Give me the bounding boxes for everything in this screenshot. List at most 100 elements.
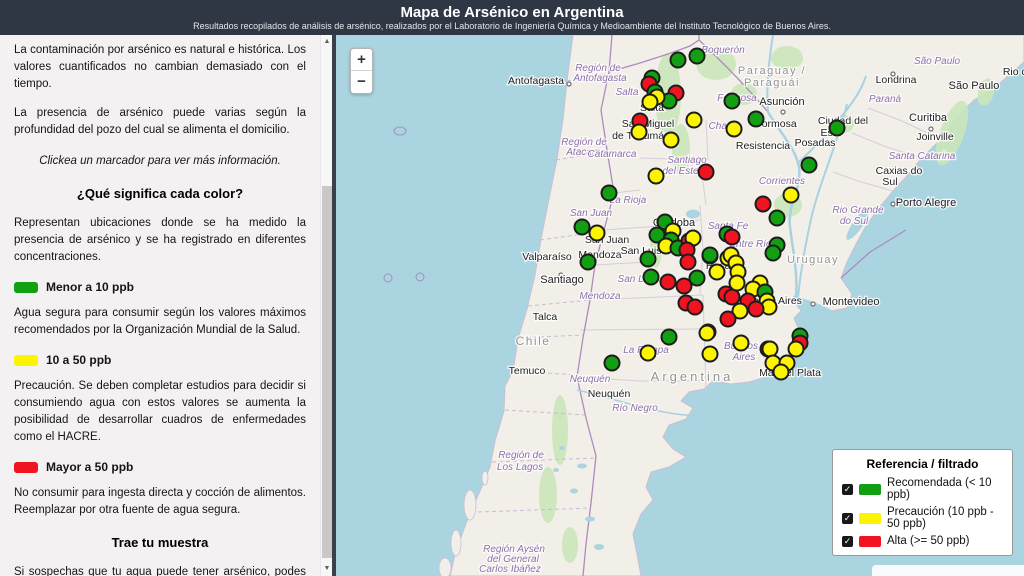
marker-recommended[interactable] xyxy=(749,112,764,127)
level-swatch xyxy=(14,355,38,366)
marker-caution[interactable] xyxy=(784,188,799,203)
marker-recommended[interactable] xyxy=(575,220,590,235)
marker-recommended[interactable] xyxy=(581,255,596,270)
app-header: Mapa de Arsénico en Argentina Resultados… xyxy=(0,0,1024,35)
map-label-city: Santiago xyxy=(540,274,583,286)
legend-checkbox[interactable]: ✓ xyxy=(842,513,853,524)
marker-recommended[interactable] xyxy=(644,270,659,285)
marker-recommended[interactable] xyxy=(766,246,781,261)
marker-caution[interactable] xyxy=(649,169,664,184)
marker-recommended[interactable] xyxy=(605,356,620,371)
legend-row: ✓ Alta (>= 50 ppb) xyxy=(842,535,1003,547)
map-label-city: Curitiba xyxy=(909,112,948,124)
map-label-city: Montevideo xyxy=(823,296,880,308)
map-label-region: Paraná xyxy=(869,94,902,105)
map-canvas[interactable]: AntofagastaSaltaSan Miguelde TucumánResi… xyxy=(332,35,1024,576)
map-label-city: Neuquén xyxy=(588,388,631,400)
level-description: Agua segura para consumir según los valo… xyxy=(14,305,306,339)
map-label-region: Mendoza xyxy=(579,291,621,302)
map-label-region: São Paulo xyxy=(914,56,961,67)
city-dot xyxy=(567,82,571,86)
map-label-city: Londrina xyxy=(876,74,917,86)
map-label-region: Río Negro xyxy=(612,403,658,414)
marker-high[interactable] xyxy=(756,197,771,212)
sample-section-heading: Trae tu muestra xyxy=(14,534,306,551)
marker-caution[interactable] xyxy=(590,226,605,241)
marker-high[interactable] xyxy=(725,290,740,305)
marker-high[interactable] xyxy=(699,165,714,180)
marker-recommended[interactable] xyxy=(830,121,845,136)
map-label-region: Catamarca xyxy=(588,149,637,160)
marker-recommended[interactable] xyxy=(802,158,817,173)
level-label: Mayor a 50 ppb xyxy=(46,459,133,476)
marker-caution[interactable] xyxy=(730,276,745,291)
map-zoom-control: + − xyxy=(350,48,373,94)
map-label-region: Boquerón xyxy=(701,45,745,56)
marker-caution[interactable] xyxy=(703,347,718,362)
legend-swatch xyxy=(859,536,881,547)
zoom-out-button[interactable]: − xyxy=(351,71,372,93)
marker-high[interactable] xyxy=(688,300,703,315)
marker-high[interactable] xyxy=(725,230,740,245)
legend-label: Alta (>= 50 ppb) xyxy=(887,535,969,547)
sidebar-scrollbar[interactable]: ▲ ▼ xyxy=(320,35,332,576)
marker-caution[interactable] xyxy=(687,113,702,128)
zoom-in-button[interactable]: + xyxy=(351,49,372,71)
marker-high[interactable] xyxy=(661,275,676,290)
legend-checkbox[interactable]: ✓ xyxy=(842,536,853,547)
map-label-city: Rio de xyxy=(1003,66,1024,78)
marker-recommended[interactable] xyxy=(725,94,740,109)
marker-recommended[interactable] xyxy=(671,53,686,68)
legend-items: ✓Recomendada (< 10 ppb)✓Precaución (10 p… xyxy=(842,477,1003,547)
level-description: Precaución. Se deben completar estudios … xyxy=(14,378,306,446)
map-label-country: Paraguái xyxy=(744,77,800,89)
marker-recommended[interactable] xyxy=(690,49,705,64)
marker-recommended[interactable] xyxy=(602,186,617,201)
legend-checkbox[interactable]: ✓ xyxy=(842,484,853,495)
sidebar-paragraph: La contaminación por arsénico es natural… xyxy=(14,42,306,93)
sidebar: La contaminación por arsénico es natural… xyxy=(0,35,332,576)
map-label-city: Joinville xyxy=(916,131,954,143)
map-label-region: Aires xyxy=(732,352,756,363)
map-label-city: Asunción xyxy=(759,96,804,108)
map-label-city: Antofagasta xyxy=(508,75,564,87)
marker-recommended[interactable] xyxy=(703,248,718,263)
marker-recommended[interactable] xyxy=(662,330,677,345)
map-label-city: São Paulo xyxy=(949,80,1000,92)
marker-caution[interactable] xyxy=(643,95,658,110)
sidebar-paragraph: La presencia de arsénico puede varias se… xyxy=(14,105,306,139)
marker-caution[interactable] xyxy=(632,125,647,140)
marker-caution[interactable] xyxy=(641,346,656,361)
marker-caution[interactable] xyxy=(710,265,725,280)
marker-recommended[interactable] xyxy=(641,252,656,267)
map-label-country: Chile xyxy=(516,334,551,348)
legend-title: Referencia / filtrado xyxy=(842,457,1003,471)
scrollbar-thumb[interactable] xyxy=(322,186,332,558)
scrollbar-down-arrow-icon[interactable]: ▼ xyxy=(321,562,332,576)
level-description: No consumir para ingesta directa y cocci… xyxy=(14,485,306,519)
marker-high[interactable] xyxy=(681,255,696,270)
marker-high[interactable] xyxy=(677,279,692,294)
marker-caution[interactable] xyxy=(763,342,778,357)
city-dot xyxy=(781,110,785,114)
map-label-region: Rio Grande xyxy=(832,205,884,216)
marker-caution[interactable] xyxy=(727,122,742,137)
marker-caution[interactable] xyxy=(664,133,679,148)
map-label-region: Salta xyxy=(616,87,639,98)
marker-high[interactable] xyxy=(721,312,736,327)
map-label-country: Uruguay xyxy=(787,254,839,266)
marker-caution[interactable] xyxy=(774,365,789,380)
marker-high[interactable] xyxy=(749,302,764,317)
marker-caution[interactable] xyxy=(700,326,715,341)
map-label-region: Neuquén xyxy=(570,374,611,385)
map-attribution xyxy=(872,565,1024,576)
marker-caution[interactable] xyxy=(789,342,804,357)
map-label-city: Talca xyxy=(533,311,558,323)
legend-swatch xyxy=(859,484,881,495)
marker-recommended[interactable] xyxy=(770,211,785,226)
map-label-region: do Sul xyxy=(840,216,869,227)
scrollbar-up-arrow-icon[interactable]: ▲ xyxy=(321,35,332,49)
marker-caution[interactable] xyxy=(734,336,749,351)
map-label-city: Porto Alegre xyxy=(896,197,957,209)
marker-hint-text: Clickea un marcador para ver más informa… xyxy=(14,153,306,170)
